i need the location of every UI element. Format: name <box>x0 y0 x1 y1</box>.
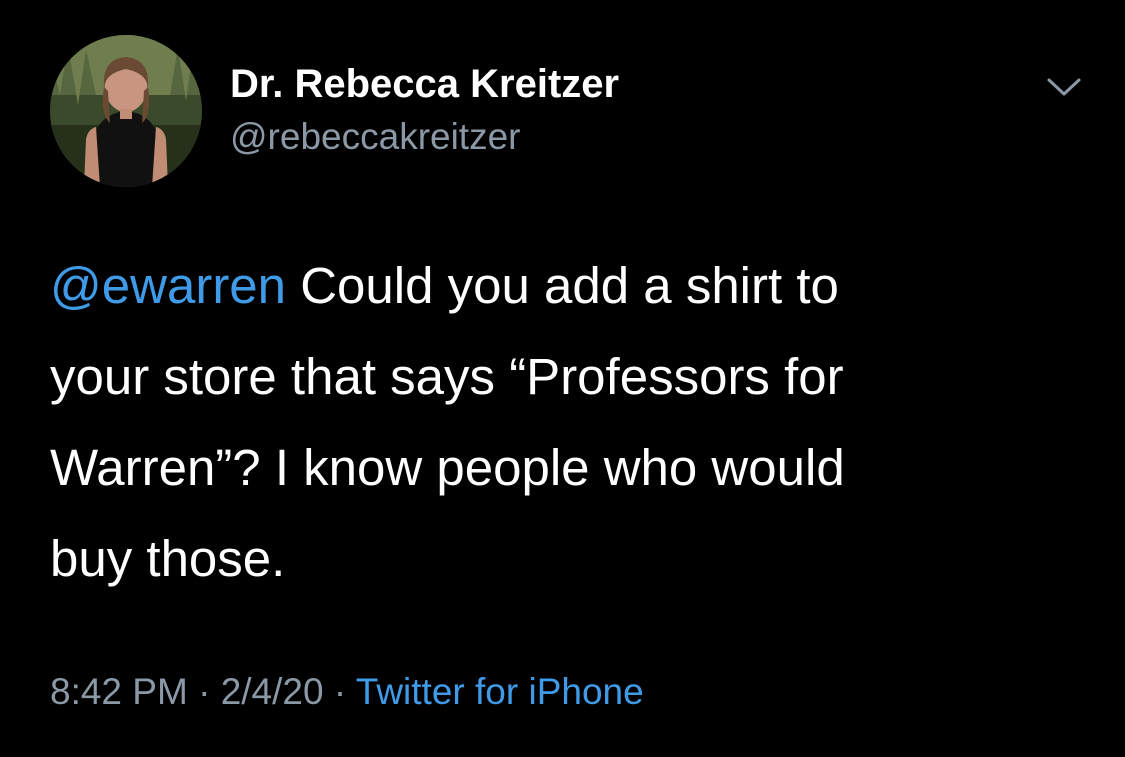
avatar[interactable] <box>50 35 202 187</box>
author-handle[interactable]: @rebeccakreitzer <box>230 116 521 158</box>
tweet-text-line-4: buy those. <box>50 530 286 587</box>
chevron-down-icon[interactable] <box>1045 72 1083 100</box>
tweet-time: 8:42 PM <box>50 671 188 712</box>
mention-link[interactable]: @ewarren <box>50 257 286 314</box>
avatar-photo <box>50 35 202 187</box>
tweet-text-line-1: Could you add a shirt to <box>286 257 839 314</box>
tweet-meta: 8:42 PM · 2/4/20 · Twitter for iPhone <box>50 670 644 714</box>
tweet-detail: Dr. Rebecca Kreitzer @rebeccakreitzer @e… <box>0 0 1125 757</box>
tweet-text-line-3: Warren”? I know people who would <box>50 439 845 496</box>
tweet-text-line-2: your store that says “Professors for <box>50 348 844 405</box>
tweet-text: @ewarren Could you add a shirt to your st… <box>50 240 1090 604</box>
author-display-name[interactable]: Dr. Rebecca Kreitzer <box>230 62 619 106</box>
tweet-source-link[interactable]: Twitter for iPhone <box>356 671 644 712</box>
meta-separator: · <box>323 671 356 712</box>
meta-separator: · <box>187 671 221 712</box>
tweet-date: 2/4/20 <box>220 671 324 712</box>
